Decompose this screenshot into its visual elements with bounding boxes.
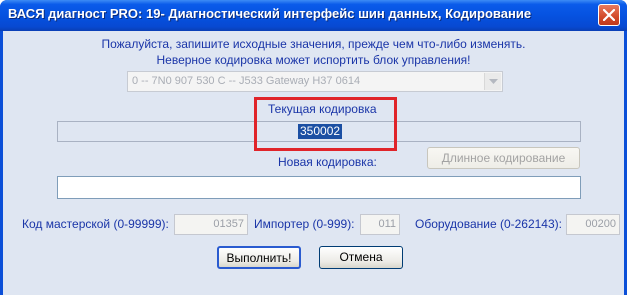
equipment-input[interactable]: 00200 (566, 214, 620, 235)
dropdown-button[interactable] (484, 73, 501, 90)
importer-input[interactable]: 011 (360, 214, 400, 235)
workshop-code-label: Код мастерской (0-99999): (22, 217, 169, 231)
close-icon (603, 9, 615, 21)
importer-label: Импортер (0-999): (254, 217, 355, 231)
execute-button[interactable]: Выполнить! (217, 246, 301, 269)
equipment-label: Оборудование (0-262143): (415, 217, 562, 231)
module-select[interactable]: 0 -- 7N0 907 530 C -- J533 Gateway H37 0… (127, 71, 503, 92)
dialog-body: Пожалуйста, запишите исходные значения, … (3, 31, 624, 295)
cancel-button[interactable]: Отмена (319, 246, 403, 269)
workshop-code-input[interactable]: 01357 (174, 214, 248, 235)
window-title: ВАСЯ диагност PRO: 19- Диагностический и… (8, 6, 532, 21)
long-coding-button[interactable]: Длинное кодирование (427, 147, 580, 169)
title-bar[interactable]: ВАСЯ диагност PRO: 19- Диагностический и… (0, 0, 627, 31)
warning-message-line1: Пожалуйста, запишите исходные значения, … (101, 37, 526, 51)
new-coding-label: Новая кодировка: (278, 155, 377, 169)
module-select-value: 0 -- 7N0 907 530 C -- J533 Gateway H37 0… (132, 75, 361, 87)
chevron-down-icon (489, 79, 498, 84)
dialog-window: ВАСЯ диагност PRO: 19- Диагностический и… (0, 0, 627, 295)
warning-message-line2: Неверное кодировка может испортить блок … (156, 53, 471, 67)
new-coding-input[interactable] (57, 176, 581, 199)
close-button[interactable] (598, 4, 620, 26)
highlight-annotation (254, 97, 397, 151)
